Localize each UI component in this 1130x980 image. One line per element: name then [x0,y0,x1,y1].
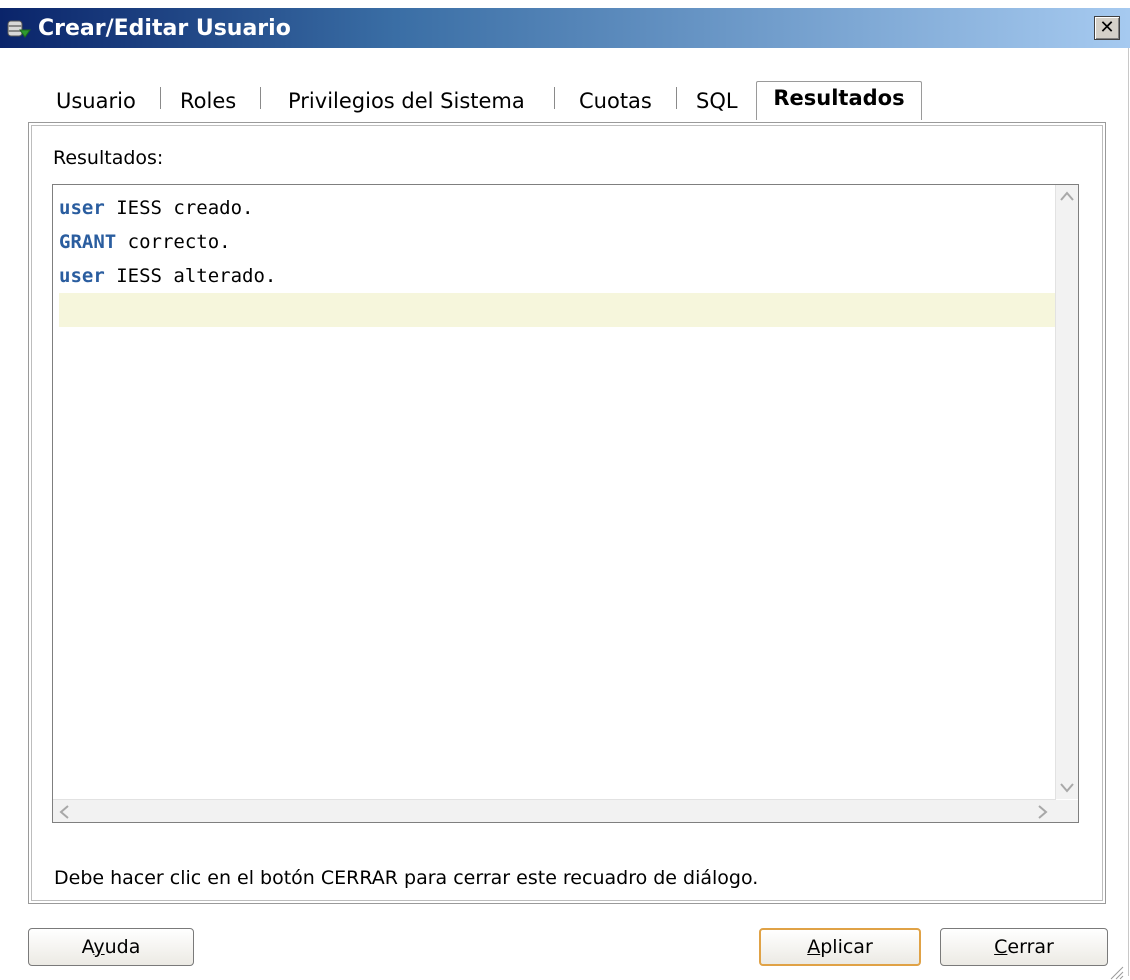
help-button[interactable]: Ayuda [28,928,194,966]
tab-separator [260,87,261,109]
horizontal-scrollbar[interactable] [53,799,1056,822]
sql-keyword: user [59,265,105,287]
result-text: correcto. [116,231,231,253]
tab-resultados[interactable]: Resultados [756,81,922,120]
help-button-label: Ayuda [81,936,141,958]
scrollbar-corner [1056,800,1078,822]
close-instruction-message: Debe hacer clic en el botón CERRAR para … [54,867,759,889]
close-window-button[interactable]: ✕ [1094,16,1120,40]
result-line: GRANT correcto. [59,225,231,259]
tab-sql[interactable]: SQL [696,89,738,113]
sql-keyword: user [59,197,105,219]
apply-button-label: Aplicar [807,936,873,958]
title-bar[interactable]: Crear/Editar Usuario ✕ [0,8,1130,48]
result-line: user IESS creado. [59,191,253,225]
close-button[interactable]: Cerrar [940,928,1108,966]
sql-keyword: GRANT [59,231,117,253]
scroll-down-icon[interactable] [1060,783,1074,793]
scroll-right-icon[interactable] [1038,805,1048,819]
database-user-icon [7,20,31,38]
tab-separator [160,87,161,109]
results-label: Resultados: [53,147,164,169]
tab-usuario[interactable]: Usuario [56,89,136,113]
create-edit-user-dialog: Crear/Editar Usuario ✕ Usuario Roles Pri… [0,8,1130,980]
close-button-label: Cerrar [994,936,1054,958]
scroll-up-icon[interactable] [1060,191,1074,201]
apply-button[interactable]: Aplicar [759,928,921,966]
results-text-area[interactable]: user IESS creado. GRANT correcto. user I… [52,184,1079,823]
tab-resultados-label: Resultados [773,86,905,110]
tab-separator [554,87,555,109]
tab-separator [676,87,677,109]
result-text: IESS alterado. [104,265,277,287]
scroll-left-icon[interactable] [59,805,69,819]
tab-cuotas[interactable]: Cuotas [579,89,652,113]
close-icon: ✕ [1099,17,1115,38]
tab-privilegios-del-sistema[interactable]: Privilegios del Sistema [288,89,525,113]
vertical-scrollbar[interactable] [1055,185,1078,799]
result-line: user IESS alterado. [59,259,276,293]
resize-grip-icon[interactable] [1106,962,1124,980]
window-title: Crear/Editar Usuario [38,16,291,41]
result-text: IESS creado. [104,197,254,219]
tab-roles[interactable]: Roles [180,89,236,113]
current-line-highlight [59,293,1055,327]
